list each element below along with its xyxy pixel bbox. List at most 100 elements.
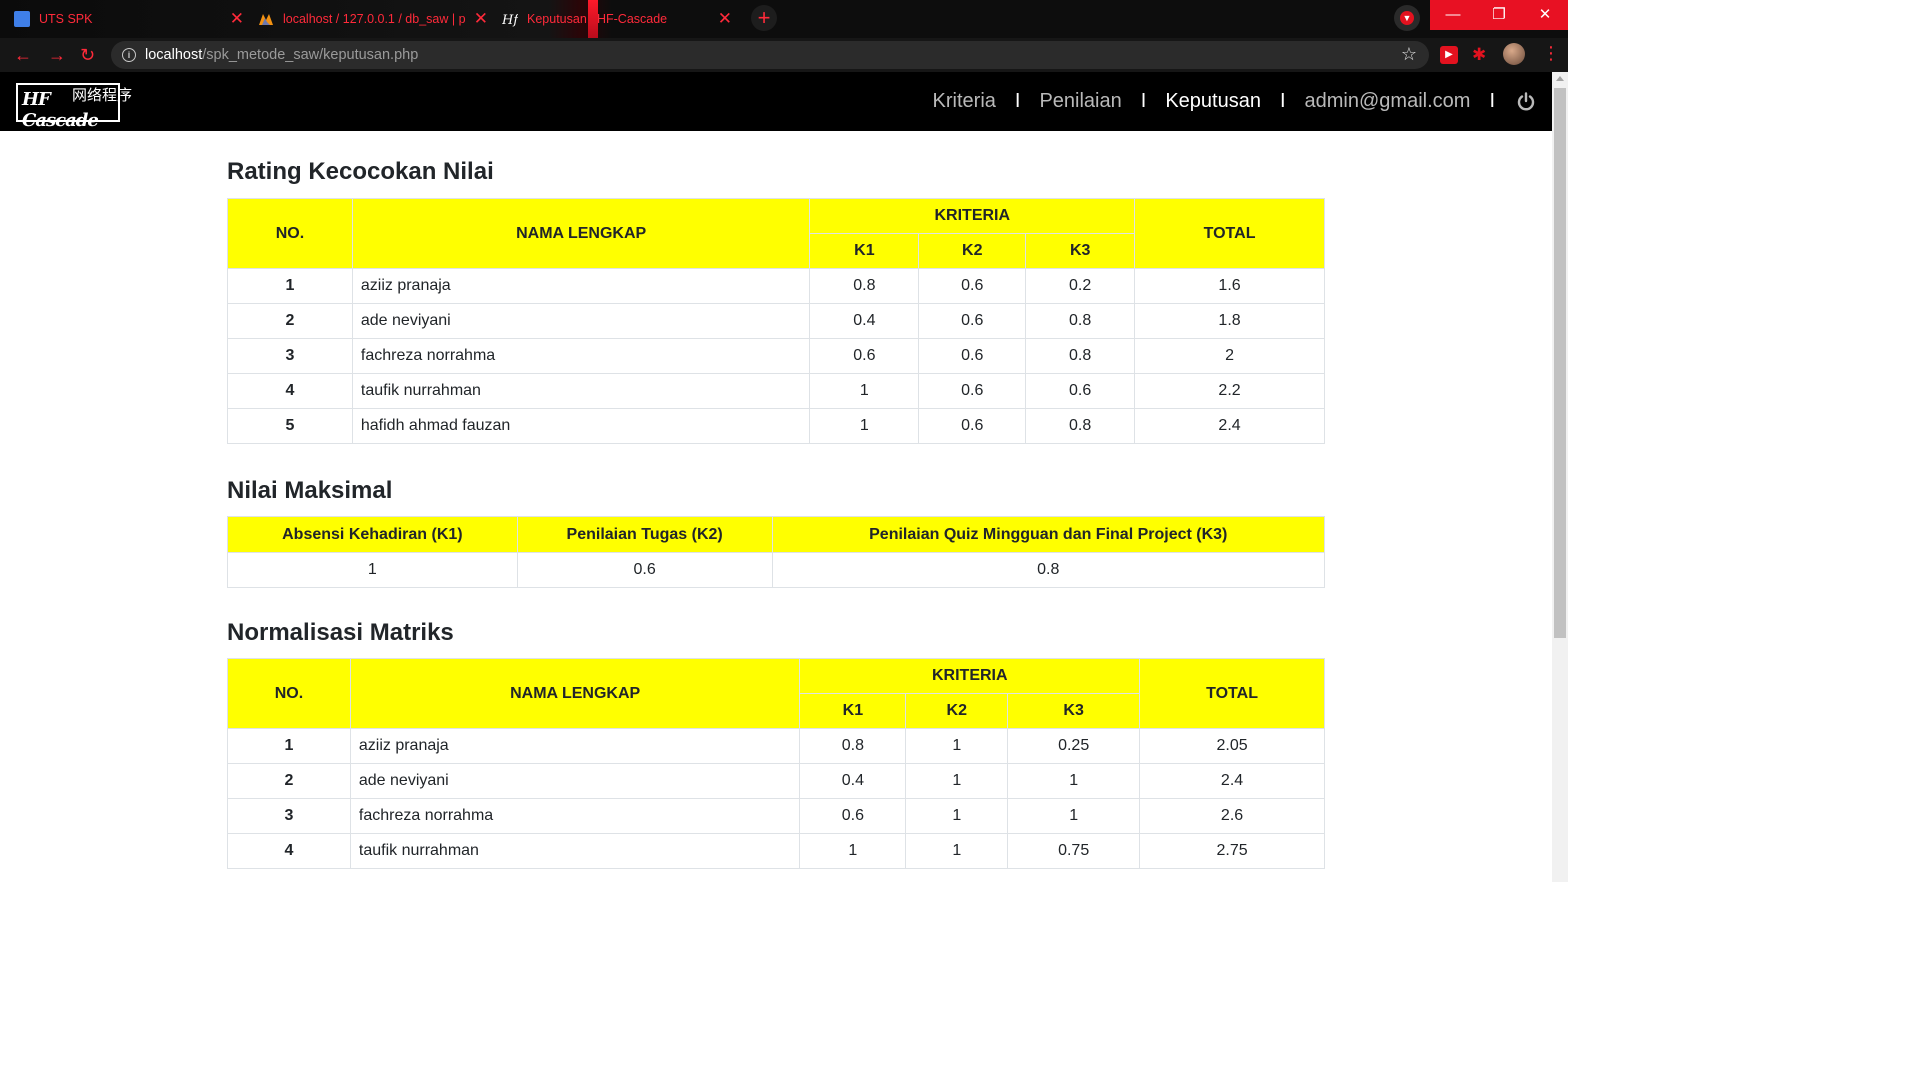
header-k3: K3 [1025,233,1136,269]
browser-tab-phpmyadmin[interactable]: localhost / 127.0.0.1 / db_saw | p ✕ [258,2,492,36]
restore-button[interactable]: ❐ [1476,0,1522,30]
cell-no: 2 [227,763,351,799]
table-row: 5 hafidh ahmad fauzan 1 0.6 0.8 2.4 [227,408,1325,444]
cell-name: hafidh ahmad fauzan [351,408,811,444]
cell-k1: 0.6 [799,798,907,834]
cell-no: 1 [227,728,351,764]
header-nama-lengkap: NAMA LENGKAP [351,198,811,269]
menu-dots-icon[interactable]: ⋮ [1542,44,1560,62]
cell-no: 1 [227,268,353,304]
table-row: 1 aziiz pranaja 0.8 0.6 0.2 1.6 [227,268,1325,304]
cell-k1: 0.6 [809,338,920,374]
section-title-maksimal: Nilai Maksimal [227,477,393,504]
nav-separator: I [1489,90,1495,112]
cell-k2: 0.6 [918,373,1027,409]
cell-no: 5 [227,408,353,444]
cell-name: taufik nurrahman [349,833,801,869]
page-scrollbar[interactable] [1552,72,1568,882]
extension-icon[interactable]: ▶ [1440,46,1458,64]
header-nama-lengkap: NAMA LENGKAP [349,658,801,729]
cell-total: 2.75 [1139,833,1325,869]
cell-k1: 1 [799,833,907,869]
url-text[interactable]: localhost/spk_metode_saw/keputusan.php [145,47,418,63]
browser-tab-uts-spk[interactable]: UTS SPK ✕ [14,2,248,36]
extension-icon[interactable]: ▼ [1394,5,1420,31]
scroll-up-arrow-icon[interactable] [1556,76,1564,81]
nav-link-keputusan[interactable]: Keputusan [1146,90,1280,113]
cell-k2: 1 [905,728,1009,764]
cell-k3: 0.75 [1007,833,1141,869]
bookmark-star-icon[interactable]: ☆ [1401,45,1417,63]
nav-links: Kriteria I Penilaian I Keputusan I admin… [914,72,1536,131]
section-title-normalisasi: Normalisasi Matriks [227,619,454,646]
cell-no: 3 [227,338,353,374]
back-arrow-icon[interactable]: ← [14,46,32,64]
cell-k2: 0.6 [918,268,1027,304]
nav-link-penilaian[interactable]: Penilaian [1020,90,1140,113]
cell-total: 2.6 [1139,798,1325,834]
header-no: NO. [227,658,351,729]
scroll-thumb[interactable] [1554,88,1566,638]
table-row: 3 fachreza norrahma 0.6 0.6 0.8 2 [227,338,1325,374]
cell-name: taufik nurrahman [351,373,811,409]
browser-tab-keputusan[interactable]: Hf Keputusan | HF-Cascade ✕ [501,2,736,36]
header-kriteria: KRITERIA [809,198,1136,234]
tab-title: localhost / 127.0.0.1 / db_saw | p [283,12,466,26]
cell-k2: 1 [905,798,1009,834]
new-tab-button[interactable]: + [751,5,777,31]
cell-k3: 0.6 [1025,373,1136,409]
cell-k2: 0.6 [918,408,1027,444]
close-icon[interactable]: ✕ [230,10,244,27]
header-total: TOTAL [1134,198,1325,269]
nav-link-admin-email[interactable]: admin@gmail.com [1286,90,1490,113]
cell-k3: 0.25 [1007,728,1141,764]
table-row: 3 fachreza norrahma 0.6 1 1 2.6 [227,798,1325,834]
cell-k1: 1 [809,373,920,409]
header-k3: K3 [1007,693,1141,729]
cell-k1: 0.4 [809,303,920,339]
reload-icon[interactable]: ↻ [80,46,95,64]
cell-no: 3 [227,798,351,834]
cell-k3: 1 [1007,763,1141,799]
header-k2: K2 [918,233,1027,269]
tab-title: Keputusan | HF-Cascade [527,12,668,26]
maksimal-table: Absensi Kehadiran (K1) Penilaian Tugas (… [227,516,1326,588]
cell-no: 4 [227,833,351,869]
header-k3: Penilaian Quiz Mingguan dan Final Projec… [771,516,1326,553]
table-row: 2 ade neviyani 0.4 1 1 2.4 [227,763,1325,799]
normalisasi-table: NO. NAMA LENGKAP KRITERIA TOTAL K1 K2 K3… [227,658,1325,869]
avatar[interactable] [1503,43,1525,65]
close-icon[interactable]: ✕ [718,10,732,27]
table-row: 2 ade neviyani 0.4 0.6 0.8 1.8 [227,303,1325,339]
cell-name: aziiz pranaja [349,728,801,764]
info-icon[interactable]: i [122,48,136,62]
browser-tab-strip: UTS SPK ✕ localhost / 127.0.0.1 / db_saw… [0,0,1568,72]
power-icon[interactable] [1516,91,1536,112]
cell-total: 2.05 [1139,728,1325,764]
rating-table: NO. NAMA LENGKAP KRITERIA TOTAL K1 K2 K3… [227,198,1325,444]
logo-chinese-text: 网络程序 [72,86,133,104]
people-icon [14,11,30,27]
minimize-button[interactable]: — [1430,0,1476,30]
nav-link-kriteria[interactable]: Kriteria [914,90,1015,113]
cell-k2: 0.6 [516,552,773,588]
tab-title: UTS SPK [39,12,93,26]
header-no: NO. [227,198,353,269]
cell-k1: 0.4 [799,763,907,799]
cell-k1: 0.8 [809,268,920,304]
hf-logo-icon: Hf [501,11,520,28]
svg-text:Hf: Hf [502,13,518,27]
browser-toolbar: ← → ↻ i localhost/spk_metode_saw/keputus… [0,38,1568,72]
table-row: 1 0.6 0.8 [227,552,1326,588]
close-window-button[interactable]: ✕ [1522,0,1568,30]
address-bar[interactable]: i localhost/spk_metode_saw/keputusan.php… [111,41,1429,69]
close-icon[interactable]: ✕ [474,10,488,27]
cell-k3: 0.8 [771,552,1326,588]
cell-name: ade neviyani [351,303,811,339]
forward-arrow-icon[interactable]: → [48,46,66,64]
cell-name: fachreza norrahma [349,798,801,834]
cell-k3: 0.2 [1025,268,1136,304]
puzzle-extension-icon[interactable]: ✱ [1472,46,1490,64]
header-total: TOTAL [1139,658,1325,729]
cell-k1: 1 [227,552,518,588]
